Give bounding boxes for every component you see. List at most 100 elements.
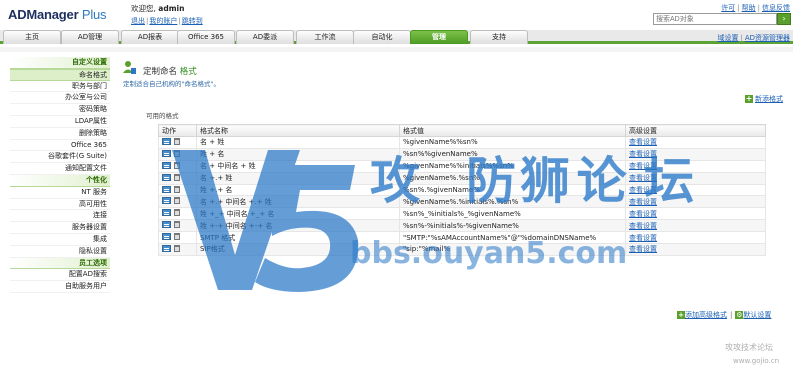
delete-icon[interactable] (174, 137, 180, 145)
feedback-link[interactable]: 信息反馈 (762, 4, 790, 12)
nav-tab[interactable]: AD管理 (61, 30, 119, 44)
nav-tab[interactable]: AD报表 (121, 30, 179, 44)
sidebar-item[interactable]: 谷歌套件(G Suite) (10, 151, 110, 164)
format-value-cell: %sn%%givenName% (399, 147, 626, 161)
sidebar-item[interactable]: 删除策略 (10, 128, 110, 140)
delete-icon[interactable] (174, 233, 180, 241)
sidebar-item[interactable]: 配置AD搜索 (10, 269, 110, 282)
edit-icon[interactable] (162, 173, 171, 181)
edit-icon[interactable] (162, 209, 171, 217)
col-format-value: 格式值 (399, 124, 626, 137)
add-advanced-format-link[interactable]: 添加高级格式 (685, 311, 727, 319)
formats-table: 动作 格式名称 格式值 高级设置 名 + 姓 %givenName%%sn% 查看设… (158, 124, 766, 256)
delete-icon[interactable] (174, 173, 180, 181)
row-actions (158, 231, 197, 245)
edit-icon[interactable] (162, 149, 171, 157)
arrow-right-icon: › (782, 14, 786, 23)
main-content: 定制命名 格式 定制适合自己机构的"命名格式"。 + 新添格式 可用的格式 动作 … (120, 57, 790, 369)
delete-icon[interactable] (174, 221, 180, 229)
delete-icon[interactable] (174, 209, 180, 217)
sidebar-item[interactable]: 办公室与公司 (10, 92, 110, 105)
sidebar-item[interactable]: 通知配置文件 (10, 163, 110, 175)
delete-icon[interactable] (174, 197, 180, 205)
sidebar-item[interactable]: 密码策略 (10, 104, 110, 116)
sidebar-item[interactable]: 服务器设置 (10, 222, 110, 234)
edit-icon[interactable] (162, 233, 171, 241)
sidebar-item[interactable]: 隐私设置 (10, 246, 110, 258)
sidebar-item[interactable]: 连接 (10, 210, 110, 223)
row-actions (158, 171, 197, 185)
default-settings-link[interactable]: 默认设置 (743, 311, 771, 319)
edit-icon[interactable] (162, 137, 171, 145)
format-name-cell: 名 + 中间名 + 姓 (196, 159, 400, 173)
sidebar-item[interactable]: NT 服务 (10, 187, 110, 199)
username: admin (158, 4, 185, 13)
domain-settings-link[interactable]: 域设置 (717, 34, 738, 42)
license-link[interactable]: 许可 (721, 4, 735, 12)
format-value-cell: "SMTP:"%sAMAccountName%"@"%domainDNSName… (399, 231, 626, 245)
table-row: 名 + 中间名 + 姓 %givenName%%initials%%sn% 查看设置 (158, 159, 766, 173)
search-ad-objects-input[interactable] (653, 13, 777, 25)
delete-icon[interactable] (174, 161, 180, 169)
format-value-cell: %sn%-%initials%-%givenName% (399, 219, 626, 233)
nav-tab[interactable]: 支持 (470, 30, 528, 44)
view-settings-link[interactable]: 查看设置 (625, 195, 766, 209)
sidebar-item[interactable]: 集成 (10, 234, 110, 246)
edit-icon[interactable] (162, 185, 171, 193)
search-button[interactable]: › (777, 13, 791, 25)
table-row: 名 +.+ 姓 %givenName%.%sn% 查看设置 (158, 171, 766, 185)
sidebar-item[interactable]: LDAP属性 (10, 116, 110, 128)
view-settings-link[interactable]: 查看设置 (625, 219, 766, 233)
nav-right-links: 域设置 | AD资源管理器 (717, 33, 790, 43)
row-actions (158, 243, 197, 256)
sidebar-item[interactable]: 高可用性 (10, 199, 110, 211)
logout-link[interactable]: 退出 (131, 17, 145, 25)
nav-tab[interactable]: 主页 (3, 30, 61, 44)
nav-tab[interactable]: 工作流 (296, 30, 354, 44)
col-action: 动作 (158, 124, 197, 137)
format-value-cell: %givenName%.%initials%.%sn% (399, 195, 626, 209)
edit-icon[interactable] (162, 197, 171, 205)
format-name-cell: 姓 + 名 (196, 147, 400, 161)
view-settings-link[interactable]: 查看设置 (625, 147, 766, 161)
new-format-button[interactable]: + 新添格式 (745, 94, 783, 104)
header: ADManager Plus 欢迎您, admin 退出|我的账户|跳转到 许可… (0, 0, 793, 30)
view-settings-link[interactable]: 查看设置 (625, 183, 766, 197)
row-actions (158, 219, 197, 233)
delete-icon[interactable] (174, 185, 180, 193)
ad-explorer-link[interactable]: AD资源管理器 (745, 34, 790, 42)
nav-tab[interactable]: Office 365 (177, 30, 235, 44)
view-settings-link[interactable]: 查看设置 (625, 243, 766, 256)
my-account-link[interactable]: 我的账户 (149, 17, 177, 25)
view-settings-link[interactable]: 查看设置 (625, 136, 766, 149)
edit-icon[interactable] (162, 221, 171, 229)
sidebar-item[interactable]: 自助服务用户 (10, 281, 110, 293)
edit-icon[interactable] (162, 161, 171, 169)
nav-tab[interactable]: 自动化 (353, 30, 411, 44)
format-name-cell: 姓 +.+ 名 (196, 183, 400, 197)
row-actions (158, 207, 197, 221)
app-logo[interactable]: ADManager Plus (8, 7, 107, 22)
nav-tab[interactable]: AD委派 (236, 30, 294, 44)
bottom-links: +添加高级格式 | ⚙默认设置 (677, 310, 771, 320)
sidebar-item[interactable]: 职务与部门 (10, 81, 110, 93)
sidebar-item[interactable]: Office 365 (10, 140, 110, 152)
view-settings-link[interactable]: 查看设置 (625, 207, 766, 221)
view-settings-link[interactable]: 查看设置 (625, 171, 766, 185)
edit-icon[interactable] (162, 244, 171, 252)
logo-main-text: ADManager (8, 7, 79, 22)
delete-icon[interactable] (174, 149, 180, 157)
format-name-cell: SIP格式 (196, 243, 400, 256)
table-row: 名 + 姓 %givenName%%sn% 查看设置 (158, 136, 766, 149)
nav-tab[interactable]: 管理 (410, 30, 468, 44)
jump-to-link[interactable]: 跳转到 (182, 17, 203, 25)
table-row: 名 +.+ 中间名 +.+ 姓 %givenName%.%initials%.%s… (158, 195, 766, 209)
view-settings-link[interactable]: 查看设置 (625, 231, 766, 245)
delete-icon[interactable] (174, 244, 180, 252)
help-link[interactable]: 帮助 (742, 4, 756, 12)
format-name-cell: 名 + 姓 (196, 136, 400, 149)
welcome-prefix: 欢迎您, (131, 4, 159, 13)
format-value-cell: %givenName%%sn% (399, 136, 626, 149)
view-settings-link[interactable]: 查看设置 (625, 159, 766, 173)
sidebar-item[interactable]: 命名格式 (10, 68, 110, 81)
